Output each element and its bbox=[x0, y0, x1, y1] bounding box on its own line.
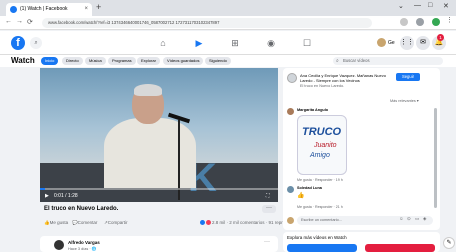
messenger-icon[interactable]: ✉ bbox=[416, 36, 430, 50]
groups-nav-icon[interactable]: ◉ bbox=[264, 36, 278, 50]
comments-scrollbar[interactable] bbox=[434, 108, 437, 208]
comment-meta[interactable]: Me gusta · Responder · 19 h bbox=[297, 178, 343, 182]
browser-tab-strip: (1) Watch | Facebook × + ⌄ — □ ✕ bbox=[0, 0, 456, 16]
search-icon[interactable]: ⌕ bbox=[30, 37, 42, 49]
sticker-text-middle: Juanito bbox=[314, 142, 337, 149]
watch-nav-icon[interactable]: ▶ bbox=[192, 36, 206, 50]
video-title: El truco en Nuevo Laredo. bbox=[44, 206, 119, 212]
next-post-author[interactable]: Alfredo Vargas bbox=[68, 240, 100, 245]
facebook-favicon-icon bbox=[10, 6, 17, 13]
comments-panel: Ana Cecilia y Enrique Vazquez. Mañanas N… bbox=[283, 68, 440, 230]
comment-author[interactable]: Margarita Angulo bbox=[297, 108, 328, 112]
like-button[interactable]: 👍 Me gusta bbox=[44, 220, 68, 226]
gaming-nav-icon[interactable]: ☐ bbox=[300, 36, 314, 50]
close-window-button[interactable]: ✕ bbox=[443, 2, 449, 10]
search-placeholder: Buscar vídeos bbox=[343, 58, 370, 63]
next-post-meta: Hace 3 días · 🌐 bbox=[68, 247, 97, 251]
page-avatar[interactable] bbox=[287, 73, 297, 83]
share-button[interactable]: ↗ Compartir bbox=[104, 220, 128, 226]
facebook-header: f ⌕ ⌂ ▶ ⊞ ◉ ☐ Ge ⋮⋮ ✉ 🔔 1 bbox=[0, 31, 456, 55]
comment-sticker-image: TRUCO Juanito Amigo bbox=[297, 115, 347, 175]
extensions-puzzle-icon[interactable] bbox=[416, 18, 424, 26]
forward-button[interactable]: → bbox=[16, 18, 23, 25]
extension-icon[interactable] bbox=[400, 18, 408, 26]
emoji-icon[interactable]: ☺ bbox=[399, 216, 404, 221]
pill-live[interactable]: Directo bbox=[62, 57, 83, 65]
share-label: Compartir bbox=[107, 220, 128, 225]
video-controls: ▶ 0:01 / 1:28 ⛶ bbox=[40, 190, 278, 202]
next-post-more-button[interactable]: ··· bbox=[264, 239, 270, 245]
comment-sort-dropdown[interactable]: Más relevantes ▾ bbox=[390, 98, 419, 103]
browser-tab[interactable]: (1) Watch | Facebook × bbox=[6, 3, 92, 16]
marketplace-nav-icon[interactable]: ⊞ bbox=[228, 36, 242, 50]
like-label: Me gusta bbox=[49, 220, 69, 225]
pill-shows[interactable]: Programas bbox=[108, 57, 136, 65]
new-message-icon[interactable]: ✎ bbox=[443, 237, 455, 249]
speaker-figure bbox=[104, 118, 196, 188]
page-name[interactable]: Ana Cecilia y Enrique Vazquez. Mañanas N… bbox=[300, 73, 396, 83]
video-player[interactable]: K ▶ 0:01 / 1:28 ⛶ bbox=[40, 68, 278, 202]
pill-saved-videos[interactable]: Vídeos guardados bbox=[163, 57, 204, 65]
video-search-input[interactable]: ⌕ Buscar vídeos bbox=[333, 57, 443, 65]
sticker-icon[interactable]: ◈ bbox=[423, 216, 426, 222]
love-reaction-icon bbox=[206, 220, 211, 226]
search-icon: ⌕ bbox=[336, 58, 339, 64]
pill-following[interactable]: Siguiendo bbox=[205, 57, 231, 65]
pill-music[interactable]: Música bbox=[85, 57, 106, 65]
camera-icon[interactable]: ⊙ bbox=[407, 216, 411, 222]
comment-composer: Escribe un comentario... ☺ ⊙ ▭ ◈ bbox=[285, 216, 437, 226]
explore-card: Explora más vídeos en Watch bbox=[283, 232, 440, 252]
browser-menu-icon[interactable]: ⋮ bbox=[446, 17, 454, 26]
explore-label: Explora más vídeos en Watch bbox=[287, 235, 347, 240]
watch-toolbar: Watch Inicio Directo Música Programas Ex… bbox=[0, 55, 456, 67]
url-input[interactable]: www.facebook.com/watch/?ref=i3 137434664… bbox=[42, 18, 372, 28]
tab-title: (1) Watch | Facebook bbox=[20, 6, 68, 12]
comment-input[interactable]: Escribe un comentario... bbox=[297, 216, 433, 225]
reload-button[interactable]: ⟳ bbox=[27, 18, 33, 26]
gif-icon[interactable]: ▭ bbox=[415, 216, 419, 222]
avatar[interactable] bbox=[287, 108, 294, 115]
comment-button[interactable]: 💬 Comentar bbox=[72, 220, 97, 226]
fullscreen-icon[interactable]: ⛶ bbox=[266, 193, 270, 199]
avatar[interactable] bbox=[287, 186, 294, 193]
post-more-button[interactable]: ··· bbox=[262, 205, 276, 213]
tab-search-icon[interactable]: ⌄ bbox=[398, 2, 404, 10]
minimize-button[interactable]: — bbox=[414, 2, 421, 9]
next-post-card: Alfredo Vargas Hace 3 días · 🌐 ··· bbox=[40, 236, 278, 252]
like-reaction-icon bbox=[200, 220, 205, 226]
comment-author[interactable]: Soledad Luna bbox=[297, 186, 322, 190]
profile-name: Ge bbox=[388, 40, 395, 46]
page-title: Watch bbox=[11, 56, 35, 65]
comment-label: Comentar bbox=[77, 220, 98, 225]
profile-chip[interactable]: Ge bbox=[377, 38, 395, 48]
comment-meta[interactable]: Me gusta · Responder · 21 h bbox=[297, 205, 343, 209]
explore-button-secondary[interactable] bbox=[365, 244, 435, 252]
sticker-text-bottom: Amigo bbox=[310, 152, 330, 159]
back-button[interactable]: ← bbox=[5, 18, 12, 25]
avatar bbox=[377, 38, 386, 48]
menu-grid-icon[interactable]: ⋮⋮ bbox=[400, 36, 414, 50]
maximize-button[interactable]: □ bbox=[428, 2, 432, 9]
explore-button-primary[interactable] bbox=[287, 244, 357, 252]
profile-avatar-icon[interactable] bbox=[432, 18, 440, 26]
tab-close-icon[interactable]: × bbox=[84, 3, 88, 16]
play-icon[interactable]: ▶ bbox=[45, 193, 49, 199]
sticker-text-main: TRUCO bbox=[302, 126, 342, 138]
video-time: 0:01 / 1:28 bbox=[54, 193, 78, 199]
avatar bbox=[287, 217, 294, 224]
facebook-logo[interactable]: f bbox=[11, 36, 25, 50]
pill-explore[interactable]: Explorar bbox=[137, 57, 160, 65]
follow-button[interactable]: Seguir bbox=[396, 73, 420, 81]
new-tab-button[interactable]: + bbox=[96, 2, 101, 12]
thumbs-up-icon: 👍 bbox=[297, 193, 305, 199]
address-bar-row: ← → ⟳ www.facebook.com/watch/?ref=i3 137… bbox=[0, 16, 456, 30]
avatar[interactable] bbox=[54, 240, 64, 250]
notification-count-badge: 1 bbox=[437, 34, 444, 41]
home-nav-icon[interactable]: ⌂ bbox=[156, 36, 170, 50]
speaker-hair bbox=[134, 84, 162, 96]
pill-home[interactable]: Inicio bbox=[41, 57, 59, 65]
page-subtitle: El truco en Nuevo Laredo. bbox=[300, 84, 345, 88]
